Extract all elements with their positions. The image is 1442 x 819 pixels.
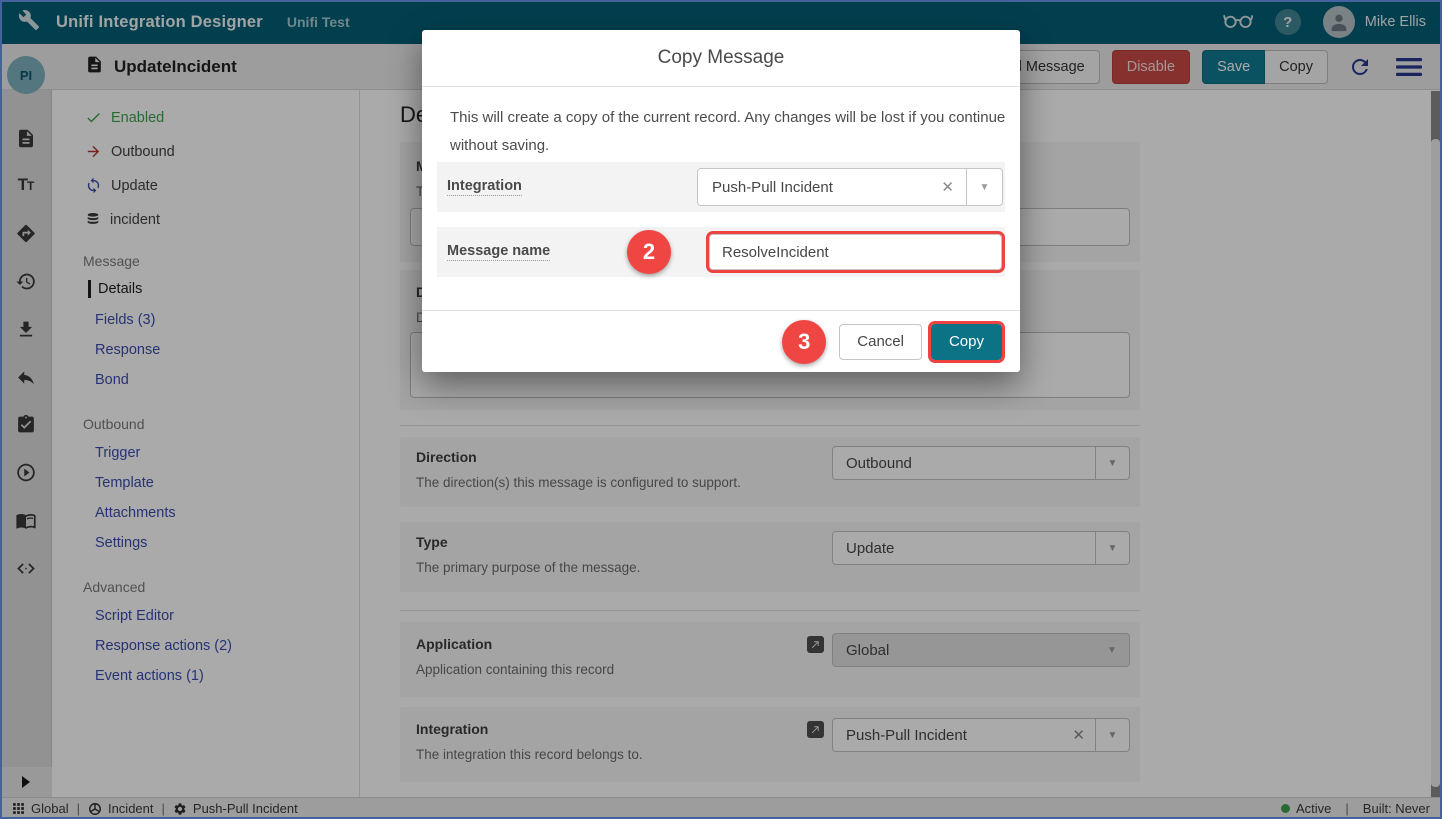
dialog-integration-row: Integration Push-Pull Incident ✕ ▼ — [437, 162, 1005, 212]
chevron-down-icon: ▼ — [966, 169, 1002, 205]
dialog-message: This will create a copy of the current r… — [450, 104, 1010, 160]
dialog-message-name-input[interactable] — [709, 234, 1002, 270]
clear-icon[interactable]: ✕ — [929, 178, 966, 196]
annotation-step-3: 3 — [782, 320, 826, 364]
annotation-step-2: 2 — [627, 230, 671, 274]
app-window: Unifi Integration Designer Unifi Test ? … — [0, 0, 1442, 819]
copy-button[interactable]: Copy — [931, 324, 1002, 360]
cancel-button[interactable]: Cancel — [839, 324, 922, 360]
dialog-footer: 3 Cancel Copy — [422, 310, 1020, 372]
integration-label: Integration — [447, 178, 522, 196]
message-name-label: Message name — [447, 243, 550, 261]
dialog-message-name-row: Message name — [437, 227, 1005, 277]
copy-message-dialog: Copy Message This will create a copy of … — [422, 30, 1020, 372]
dialog-integration-select[interactable]: Push-Pull Incident ✕ ▼ — [697, 168, 1003, 206]
dialog-title: Copy Message — [422, 30, 1020, 87]
